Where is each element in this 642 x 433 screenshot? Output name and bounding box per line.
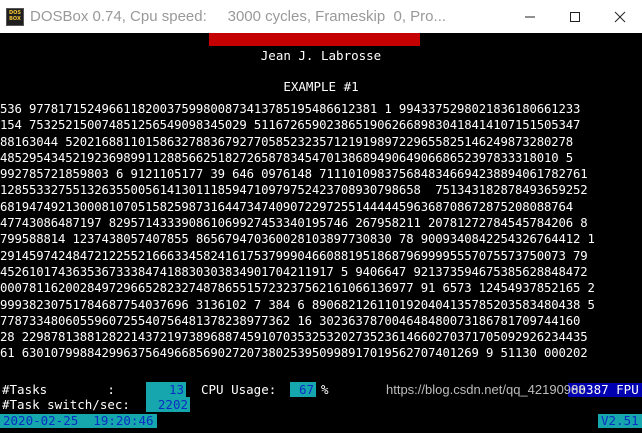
minimize-icon	[524, 16, 535, 17]
window-title: DOSBox 0.74, Cpu speed: 3000 cycles, Fra…	[30, 8, 447, 25]
tasks-value: 13	[146, 382, 186, 397]
tasks-label: #Tasks :	[2, 382, 115, 397]
number-line: 4852954345219236989911288566251827265878…	[0, 150, 574, 165]
number-line: 154 753252150074851256549098345029 51167…	[0, 118, 581, 133]
cpu-usage-label: CPU Usage:	[201, 382, 277, 397]
maximize-icon	[569, 11, 580, 22]
task-switch-value: 2202	[146, 397, 190, 412]
number-line: 6819474921300081070515825987316447347409…	[0, 199, 574, 214]
window-controls	[507, 0, 642, 33]
random-number-output: 536 977817152496611820037599800873413785…	[0, 101, 642, 362]
datetime-display: 2020-02-25 19:20:46	[0, 414, 157, 428]
close-button[interactable]	[597, 0, 642, 33]
number-line: 0007811620028497296652823274878655157232…	[0, 281, 595, 296]
dosbox-app-icon[interactable]: DOS BOX	[6, 7, 24, 26]
cpu-usage-unit: %	[321, 382, 329, 397]
number-line: 88163044 5202168811015863278836792770585…	[0, 134, 574, 149]
number-line: 99938230751784687754037696 3136102 7 384…	[0, 297, 595, 312]
maximize-button[interactable]	[552, 0, 597, 33]
task-switch-label: #Task switch/sec:	[2, 397, 130, 412]
author-line: Jean J. Labrosse	[260, 48, 382, 63]
number-line: 47743086487197 8295714333908610699274533…	[0, 216, 588, 231]
number-line: 4526101743635367333847418830303834901704…	[0, 264, 588, 279]
number-line: 799588814 1237438057407855 8656794703600…	[0, 232, 595, 247]
number-line: 7787334806055960725540756481378238977362…	[0, 313, 581, 328]
minimize-button[interactable]	[507, 0, 552, 33]
title-bar[interactable]: DOS BOX DOSBox 0.74, Cpu speed: 3000 cyc…	[0, 0, 642, 33]
number-line: 2914597424847212255216663345824161753799…	[0, 248, 588, 263]
close-icon	[614, 11, 625, 22]
number-line: 992785721859803 6 9121105177 39 646 0976…	[0, 167, 588, 182]
dos-screen[interactable]: Jean J. Labrosse EXAMPLE #1 536 97781715…	[0, 33, 642, 433]
example-title: EXAMPLE #1	[283, 79, 359, 94]
cpu-usage-value: 67	[290, 382, 316, 397]
blog-watermark: https://blog.csdn.net/qq_42190908	[386, 382, 586, 397]
version-badge: V2.51	[598, 414, 642, 428]
number-line: 61 6301079988429963756496685690272073802…	[0, 346, 588, 361]
title-accent-bar	[209, 33, 420, 46]
number-line: 28 2298781388128221437219738968874591070…	[0, 330, 588, 345]
number-line: 536 977817152496611820037599800873413785…	[0, 102, 581, 116]
number-line: 1285533275513263550056141301118594710979…	[0, 183, 588, 198]
